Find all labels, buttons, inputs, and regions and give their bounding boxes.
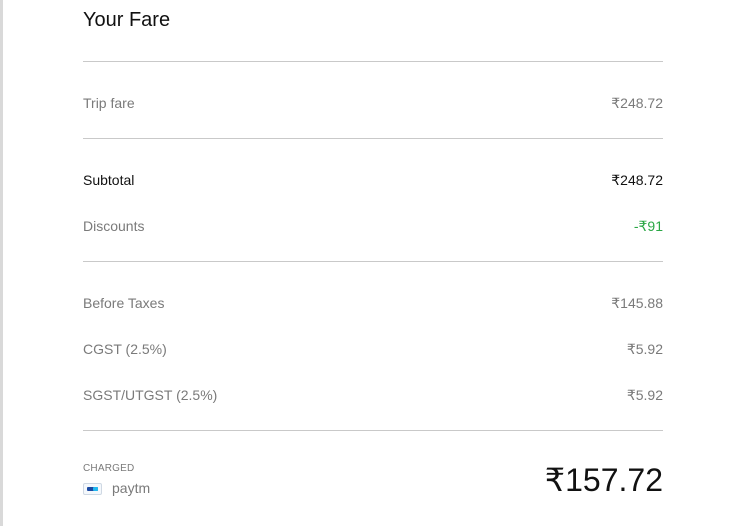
subtotal-label: Subtotal xyxy=(83,172,135,188)
charged-label: CHARGED xyxy=(83,463,135,474)
fare-breakdown-card: Your Fare Trip fare ₹248.72 Subtotal ₹24… xyxy=(83,0,663,526)
divider xyxy=(83,61,663,62)
before-taxes-value: ₹145.88 xyxy=(611,295,663,311)
sgst-label: SGST/UTGST (2.5%) xyxy=(83,387,218,403)
sgst-value: ₹5.92 xyxy=(626,387,663,403)
discounts-row: Discounts -₹91 xyxy=(83,218,663,238)
sgst-row: SGST/UTGST (2.5%) ₹5.92 xyxy=(83,387,663,407)
discounts-label: Discounts xyxy=(83,218,145,234)
divider xyxy=(83,138,663,139)
charged-total: ₹157.72 xyxy=(544,462,663,498)
divider xyxy=(83,430,663,431)
cgst-row: CGST (2.5%) ₹5.92 xyxy=(83,341,663,361)
cgst-value: ₹5.92 xyxy=(626,341,663,357)
trip-fare-label: Trip fare xyxy=(83,95,135,111)
trip-fare-row: Trip fare ₹248.72 xyxy=(83,95,663,115)
before-taxes-label: Before Taxes xyxy=(83,295,165,311)
discounts-value: -₹91 xyxy=(633,218,663,234)
payment-method-name: paytm xyxy=(112,480,151,496)
trip-fare-value: ₹248.72 xyxy=(611,95,663,111)
window-left-edge xyxy=(0,0,3,526)
subtotal-row: Subtotal ₹248.72 xyxy=(83,172,663,192)
cgst-label: CGST (2.5%) xyxy=(83,341,167,357)
before-taxes-row: Before Taxes ₹145.88 xyxy=(83,295,663,315)
subtotal-value: ₹248.72 xyxy=(611,172,663,188)
divider xyxy=(83,261,663,262)
paytm-icon xyxy=(83,483,102,495)
fare-title: Your Fare xyxy=(83,9,171,31)
